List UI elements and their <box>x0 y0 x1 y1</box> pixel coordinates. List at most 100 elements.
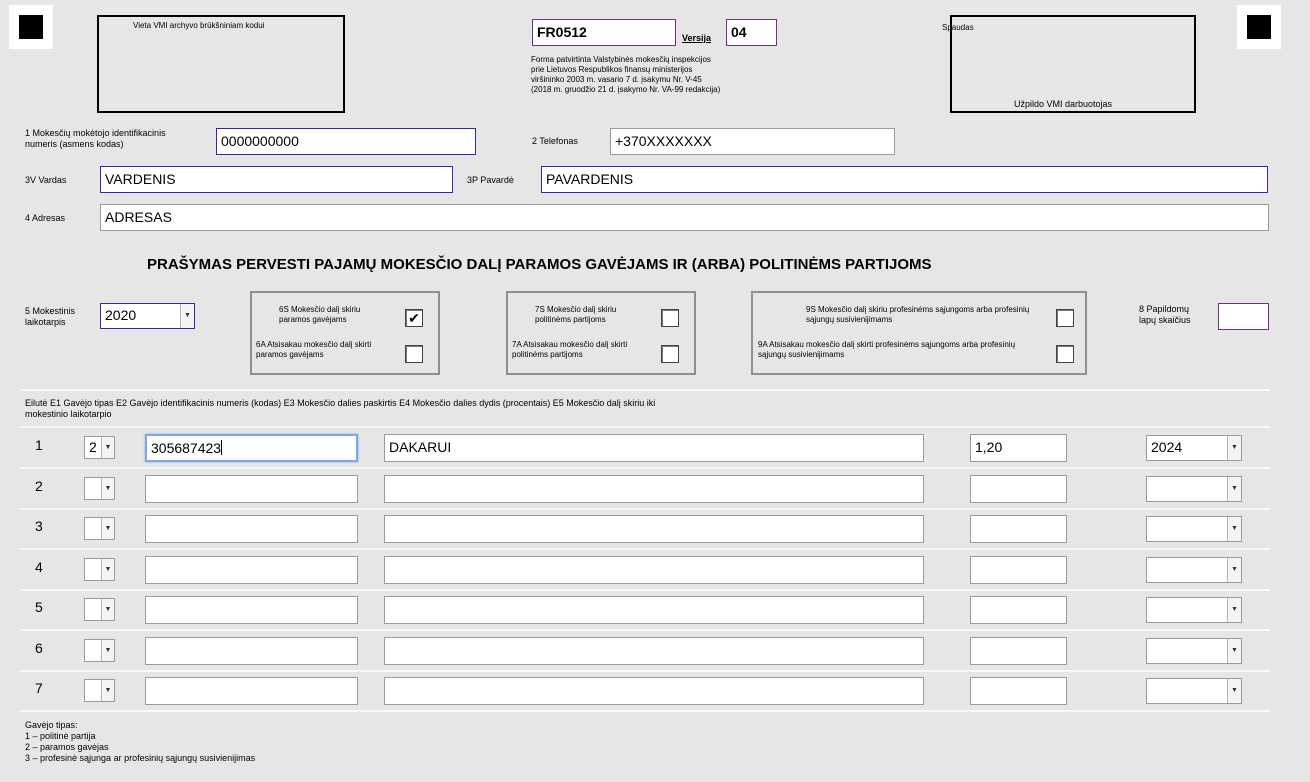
until-year-select[interactable]: 2024 ▼ <box>1146 435 1242 461</box>
chevron-down-icon: ▼ <box>101 437 114 458</box>
row-number: 5 <box>35 599 43 615</box>
option-6s-label: 6S Mokesčio dalį skiriu paramos gavėjams <box>279 305 360 325</box>
until-year-value: 2024 <box>1151 439 1183 455</box>
recipient-id-field[interactable] <box>145 556 358 584</box>
first-name-label: 3V Vardas <box>25 175 67 185</box>
recipient-id-field[interactable] <box>145 637 358 665</box>
purpose-field[interactable] <box>384 637 924 665</box>
recipient-type-select[interactable]: ▼ <box>84 598 115 621</box>
period-select-value: 2020 <box>105 307 137 323</box>
recipient-type-select[interactable]: ▼ <box>84 477 115 500</box>
last-name-label: 3P Pavardė <box>467 175 514 185</box>
purpose-field[interactable] <box>384 677 924 705</box>
form-code: FR0512 <box>532 19 676 46</box>
group-6: 6S Mokesčio dalį skiriu paramos gavėjams… <box>250 291 440 375</box>
extra-pages-field[interactable] <box>1218 303 1269 330</box>
chevron-down-icon: ▼ <box>1227 436 1241 460</box>
recipient-id-field[interactable] <box>145 677 358 705</box>
row-number: 7 <box>35 680 43 696</box>
purpose-field[interactable]: DAKARUI <box>384 434 924 462</box>
purpose-field[interactable] <box>384 596 924 624</box>
corner-marker-right <box>1237 5 1281 49</box>
approval-line: prie Lietuvos Respublikos finansų minist… <box>531 65 693 74</box>
recipient-type-select[interactable]: ▼ <box>84 679 115 702</box>
percent-field[interactable] <box>970 556 1067 584</box>
period-select[interactable]: 2020 ▼ <box>100 303 195 329</box>
until-year-select[interactable]: ▼ <box>1146 678 1242 704</box>
option-9a-checkbox[interactable] <box>1056 345 1074 363</box>
chevron-down-icon: ▼ <box>1227 598 1241 622</box>
group-9: 9S Mokesčio dalį skiriu profesinėms sąju… <box>751 291 1087 375</box>
recipient-type-select[interactable]: ▼ <box>84 639 115 662</box>
purpose-field[interactable] <box>384 556 924 584</box>
legend-title: Gavėjo tipas: <box>25 720 78 730</box>
recipient-id-field[interactable] <box>145 596 358 624</box>
taxpayer-id-field[interactable]: 0000000000 <box>216 128 476 155</box>
label-line: 9S Mokesčio dalį skiriu profesinėms sąju… <box>806 305 1030 314</box>
percent-field[interactable] <box>970 475 1067 503</box>
row-number: 1 <box>35 437 43 453</box>
option-7s-checkbox[interactable] <box>661 309 679 327</box>
address-field[interactable]: ADRESAS <box>100 204 1269 231</box>
until-year-select[interactable]: ▼ <box>1146 638 1242 664</box>
until-year-select[interactable]: ▼ <box>1146 597 1242 623</box>
option-9s-checkbox[interactable] <box>1056 309 1074 327</box>
label-line: 7A Atsisakau mokesčio dalį skirti <box>512 340 628 349</box>
recipient-type-select[interactable]: 2 ▼ <box>84 436 115 459</box>
corner-marker-left <box>9 5 53 49</box>
chevron-down-icon: ▼ <box>1227 639 1241 663</box>
legend-item: 1 – politinė partija <box>25 731 96 741</box>
label-line: 7S Mokesčio dalį skiriu <box>535 305 617 314</box>
stamp-box: Spaudas Užpildo VMI darbuotojas <box>942 15 1196 113</box>
percent-field[interactable] <box>970 596 1067 624</box>
recipient-id-field[interactable] <box>145 515 358 543</box>
percent-field[interactable]: 1,20 <box>970 434 1067 462</box>
taxpayer-id-label: 1 Mokesčių mokėtojo identifikacinis nume… <box>25 128 166 150</box>
option-7a-label: 7A Atsisakau mokesčio dalį skirti politi… <box>512 340 627 360</box>
recipient-type-select[interactable]: ▼ <box>84 558 115 581</box>
extra-pages-label: 8 Papildomų lapų skaičius <box>1139 304 1191 326</box>
phone-field[interactable]: +370XXXXXXX <box>610 128 895 155</box>
option-9a-label: 9A Atsisakau mokesčio dalį skirti profes… <box>758 340 1015 360</box>
option-6s-checkbox[interactable]: ✔ <box>405 309 423 327</box>
label-line: 6S Mokesčio dalį skiriu <box>279 305 361 314</box>
purpose-field[interactable] <box>384 475 924 503</box>
option-7a-checkbox[interactable] <box>661 345 679 363</box>
row-divider <box>20 589 1270 591</box>
barcode-box-label: Vieta VMI archyvo brūkšniniam kodui <box>133 21 265 30</box>
label-line: paramos gavėjams <box>256 350 324 359</box>
recipient-id-value: 305687423 <box>151 440 222 456</box>
divider <box>20 426 1270 428</box>
recipient-id-field[interactable]: 305687423 <box>145 434 358 462</box>
row-number: 4 <box>35 559 43 575</box>
recipient-id-field[interactable] <box>145 475 358 503</box>
percent-field[interactable] <box>970 677 1067 705</box>
row-divider <box>20 629 1270 631</box>
label-line: sąjungų susivienijimams <box>758 350 845 359</box>
phone-label: 2 Telefonas <box>532 136 578 146</box>
row-divider <box>20 670 1270 672</box>
chevron-down-icon: ▼ <box>101 478 114 499</box>
last-name-field[interactable]: PAVARDENIS <box>541 166 1268 193</box>
chevron-down-icon: ▼ <box>101 640 114 661</box>
label-line: politinėms partijoms <box>535 315 606 324</box>
row-number: 6 <box>35 640 43 656</box>
divider <box>20 389 1270 391</box>
percent-field[interactable] <box>970 637 1067 665</box>
until-year-select[interactable]: ▼ <box>1146 516 1242 542</box>
until-year-select[interactable]: ▼ <box>1146 476 1242 502</box>
legend: Gavėjo tipas: 1 – politinė partija 2 – p… <box>25 720 255 764</box>
address-label: 4 Adresas <box>25 213 66 223</box>
group-7: 7S Mokesčio dalį skiriu politinėms parti… <box>506 291 696 375</box>
purpose-field[interactable] <box>384 515 924 543</box>
stamp-footer: Užpildo VMI darbuotojas <box>1014 99 1113 109</box>
row-number: 2 <box>35 478 43 494</box>
label-line: laikotarpis <box>25 317 66 327</box>
option-6a-checkbox[interactable] <box>405 345 423 363</box>
percent-field[interactable] <box>970 515 1067 543</box>
recipient-type-select[interactable]: ▼ <box>84 517 115 540</box>
until-year-select[interactable]: ▼ <box>1146 557 1242 583</box>
first-name-field[interactable]: VARDENIS <box>100 166 453 193</box>
row-number: 3 <box>35 518 43 534</box>
label-line: 5 Mokestinis <box>25 306 76 316</box>
